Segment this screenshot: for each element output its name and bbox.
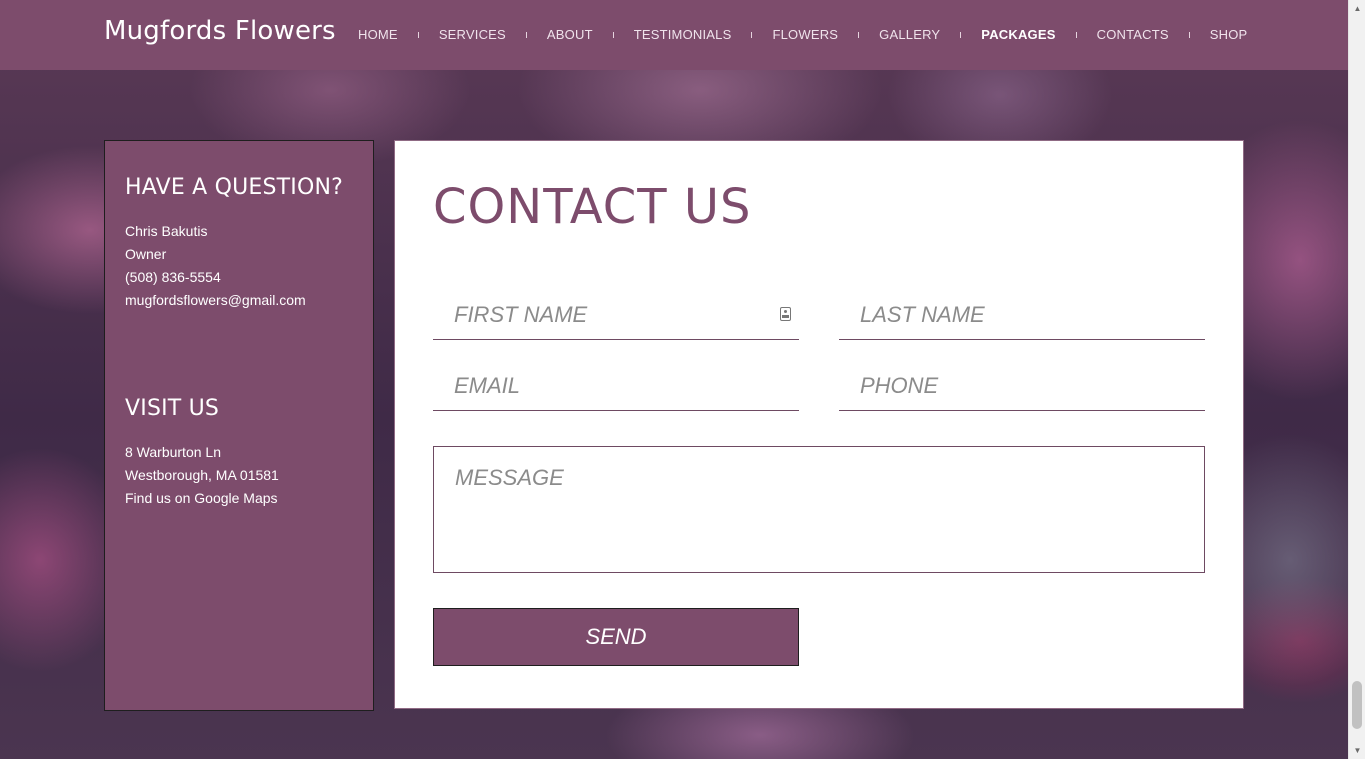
phone-input[interactable]: [839, 364, 1205, 408]
nav-separator: [525, 31, 527, 38]
nav-item-testimonials[interactable]: TESTIMONIALS: [634, 27, 732, 42]
nav-item-gallery[interactable]: GALLERY: [879, 27, 940, 42]
message-field-wrapper: [433, 446, 1205, 573]
nav-separator: [417, 31, 419, 38]
phone-number[interactable]: (508) 836-5554: [125, 266, 353, 289]
first-name-field-wrapper: [433, 293, 799, 340]
send-button[interactable]: SEND: [433, 608, 799, 666]
email-field-wrapper: [433, 364, 799, 411]
message-textarea[interactable]: [434, 447, 1204, 572]
owner-role: Owner: [125, 246, 167, 262]
brand-logo[interactable]: Mugfords Flowers: [104, 16, 336, 46]
nav-item-about[interactable]: ABOUT: [547, 27, 593, 42]
contact-info-panel: HAVE A QUESTION? Chris Bakutis Owner (50…: [104, 140, 374, 711]
nav-separator: [858, 31, 860, 38]
nav-item-flowers[interactable]: FLOWERS: [772, 27, 838, 42]
nav-separator: [960, 31, 962, 38]
last-name-input[interactable]: [839, 293, 1205, 337]
nav-separator: [1188, 31, 1190, 38]
owner-name: Chris Bakutis: [125, 223, 208, 239]
scroll-down-arrow-icon[interactable]: ▼: [1349, 742, 1365, 759]
top-navbar: Mugfords Flowers HOME SERVICES ABOUT TES…: [0, 0, 1348, 70]
contact-form-panel: CONTACT US SEND: [394, 140, 1244, 709]
nav-separator: [612, 31, 614, 38]
phone-field-wrapper: [839, 364, 1205, 411]
google-maps-link[interactable]: Find us on Google Maps: [125, 490, 278, 506]
nav-item-contacts[interactable]: CONTACTS: [1097, 27, 1169, 42]
address-line-1: 8 Warburton Ln: [125, 444, 221, 460]
question-heading: HAVE A QUESTION?: [125, 175, 344, 200]
address-line-2: Westborough, MA 01581: [125, 467, 279, 483]
vertical-scrollbar[interactable]: ▲ ▼: [1348, 0, 1365, 759]
first-name-input[interactable]: [433, 293, 799, 337]
contact-card-icon[interactable]: [780, 307, 791, 321]
main-nav: HOME SERVICES ABOUT TESTIMONIALS FLOWERS…: [358, 27, 1247, 42]
nav-separator: [751, 31, 753, 38]
email-address[interactable]: mugfordsflowers@gmail.com: [125, 289, 353, 312]
nav-item-home[interactable]: HOME: [358, 27, 398, 42]
visit-heading: VISIT US: [125, 396, 220, 421]
nav-separator: [1075, 31, 1077, 38]
nav-item-services[interactable]: SERVICES: [439, 27, 506, 42]
contact-form-title: CONTACT US: [433, 179, 752, 235]
scroll-up-arrow-icon[interactable]: ▲: [1349, 0, 1365, 17]
nav-item-packages[interactable]: PACKAGES: [981, 27, 1055, 42]
email-input[interactable]: [433, 364, 799, 408]
last-name-field-wrapper: [839, 293, 1205, 340]
nav-item-shop[interactable]: SHOP: [1210, 27, 1248, 42]
scroll-thumb[interactable]: [1352, 681, 1362, 729]
